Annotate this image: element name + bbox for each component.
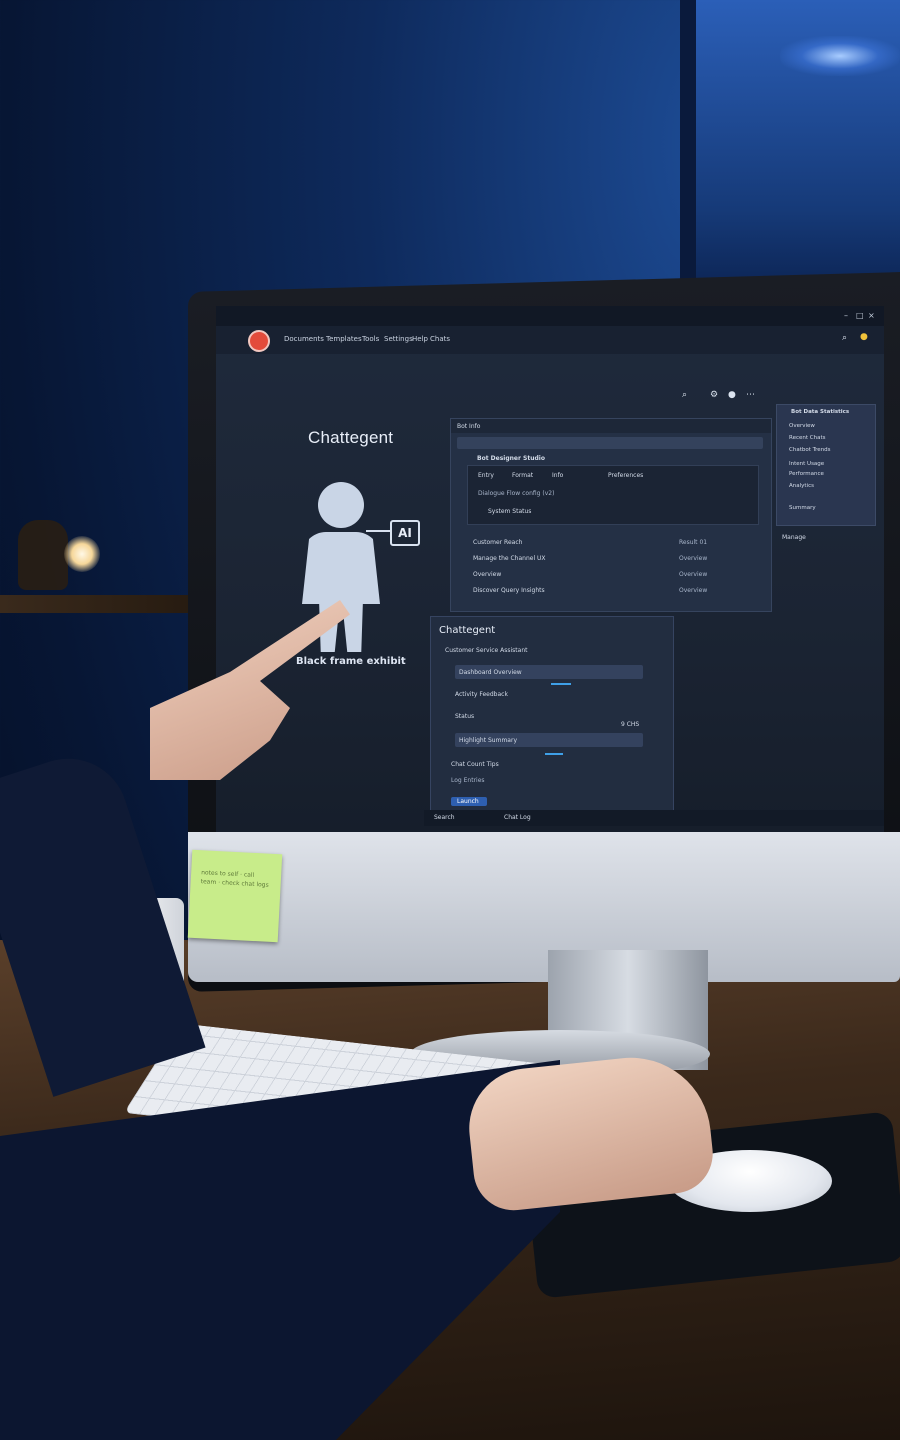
tab-format[interactable]: Format <box>512 472 533 479</box>
illustration-caption: Black frame exhibit <box>296 656 406 667</box>
panel-subtitle: Customer Service Assistant <box>445 647 528 654</box>
status-label: System Status <box>488 508 532 515</box>
desk-lamp-glow <box>64 536 100 572</box>
list-item-value: Overview <box>679 587 708 594</box>
menu-templates[interactable]: Templates <box>326 335 362 343</box>
tab-entry[interactable]: Entry <box>478 472 494 479</box>
tab-preferences[interactable]: Preferences <box>608 472 643 479</box>
ai-icon: AI <box>390 520 420 546</box>
launch-button[interactable]: Launch <box>451 797 487 806</box>
monitor-screen: – □ × Documents Templates Tools Settings… <box>216 306 884 832</box>
menu-bar: Documents Templates Tools Settings Help … <box>216 326 884 354</box>
search-icon[interactable]: ⌕ <box>842 333 847 343</box>
menu-tools[interactable]: Tools <box>362 335 379 343</box>
chattegent-panel: Chattegent Customer Service Assistant Da… <box>430 616 674 820</box>
bottom-search[interactable]: Search <box>434 814 455 821</box>
config-subline: Dialogue Flow config (v2) <box>478 490 555 497</box>
potted-plant <box>18 520 68 590</box>
list-item[interactable]: Discover Query Insights <box>473 587 545 594</box>
panel-toolbar[interactable] <box>457 437 763 449</box>
window-titlebar: – □ × <box>216 306 884 326</box>
hand-on-mouse <box>463 1049 717 1215</box>
back-shelf <box>0 595 220 613</box>
list-item-value: Overview <box>679 555 708 562</box>
progress-accent <box>551 683 571 685</box>
list-item-label: Dashboard Overview <box>459 669 522 676</box>
panel-title: Chattegent <box>439 625 496 636</box>
sidebar-item[interactable]: Summary <box>789 505 816 511</box>
sidebar-item[interactable]: Intent Usage <box>789 461 824 467</box>
list-item[interactable]: Activity Feedback <box>455 691 508 698</box>
stat-badge: 9 CHS <box>621 721 640 728</box>
bottom-chat-log[interactable]: Chat Log <box>504 814 531 821</box>
list-item[interactable]: Status <box>455 713 474 720</box>
list-item[interactable]: Overview <box>473 571 501 578</box>
ceiling-light <box>780 36 900 76</box>
search-icon[interactable]: ⌕ <box>682 390 687 400</box>
list-item-value: Overview <box>679 571 708 578</box>
menu-documents[interactable]: Documents <box>284 335 324 343</box>
progress-accent <box>545 753 563 755</box>
tab-info[interactable]: Info <box>552 472 563 479</box>
list-item[interactable]: Dashboard Overview <box>455 665 643 679</box>
menu-settings[interactable]: Settings <box>384 335 413 343</box>
person-icon-head <box>318 482 364 528</box>
sidebar-item[interactable]: Overview <box>789 423 815 429</box>
sidebar-item[interactable]: Chatbot Trends <box>789 447 831 453</box>
sidebar-item[interactable]: Analytics <box>789 483 814 489</box>
sidebar-item[interactable]: Recent Chats <box>789 435 825 441</box>
list-item[interactable]: Customer Reach <box>473 539 522 546</box>
window-frame <box>680 0 696 300</box>
list-item[interactable]: Log Entries <box>451 777 485 784</box>
list-item-value: Result 01 <box>679 539 708 546</box>
app-logo-icon[interactable] <box>248 330 270 352</box>
connector-line <box>366 530 390 532</box>
stats-sidebar: Bot Data Statistics Overview Recent Chat… <box>776 404 876 526</box>
settings-icon[interactable]: ⚙ <box>710 390 718 400</box>
list-item[interactable]: Highlight Summary <box>455 733 643 747</box>
sticky-note: notes to self · call team · check chat l… <box>187 849 283 943</box>
list-item[interactable]: Chat Count Tips <box>451 761 499 768</box>
panel-header: Bot Info <box>451 419 771 433</box>
notification-icon[interactable]: ● <box>860 332 868 342</box>
sidebar-title: Bot Data Statistics <box>791 409 850 415</box>
sticky-note-text: notes to self · call team · check chat l… <box>200 869 269 889</box>
brand-title: Chattegent <box>308 428 394 447</box>
panel-title: Bot Designer Studio <box>477 455 545 462</box>
close-icon[interactable]: × <box>868 311 875 320</box>
more-icon[interactable]: ⋯ <box>746 390 755 400</box>
monitor-chin <box>188 832 900 982</box>
list-item[interactable]: Manage the Channel UX <box>473 555 546 562</box>
sidebar-item[interactable]: Performance <box>789 471 824 477</box>
config-subpanel: Entry Format Info Preferences Dialogue F… <box>467 465 759 525</box>
menu-help[interactable]: Help <box>412 335 428 343</box>
launch-button-label: Launch <box>457 798 479 805</box>
minimize-icon[interactable]: – <box>844 311 848 320</box>
bot-designer-panel: Bot Info Bot Designer Studio Entry Forma… <box>450 418 772 612</box>
list-item-label: Highlight Summary <box>459 737 517 744</box>
panel-header-label: Bot Info <box>457 423 481 430</box>
menu-chats[interactable]: Chats <box>430 335 450 343</box>
bottom-bar: Search Chat Log <box>424 810 884 826</box>
manage-tag[interactable]: Manage <box>782 534 806 541</box>
maximize-icon[interactable]: □ <box>856 311 864 320</box>
user-icon[interactable]: ● <box>728 390 736 400</box>
